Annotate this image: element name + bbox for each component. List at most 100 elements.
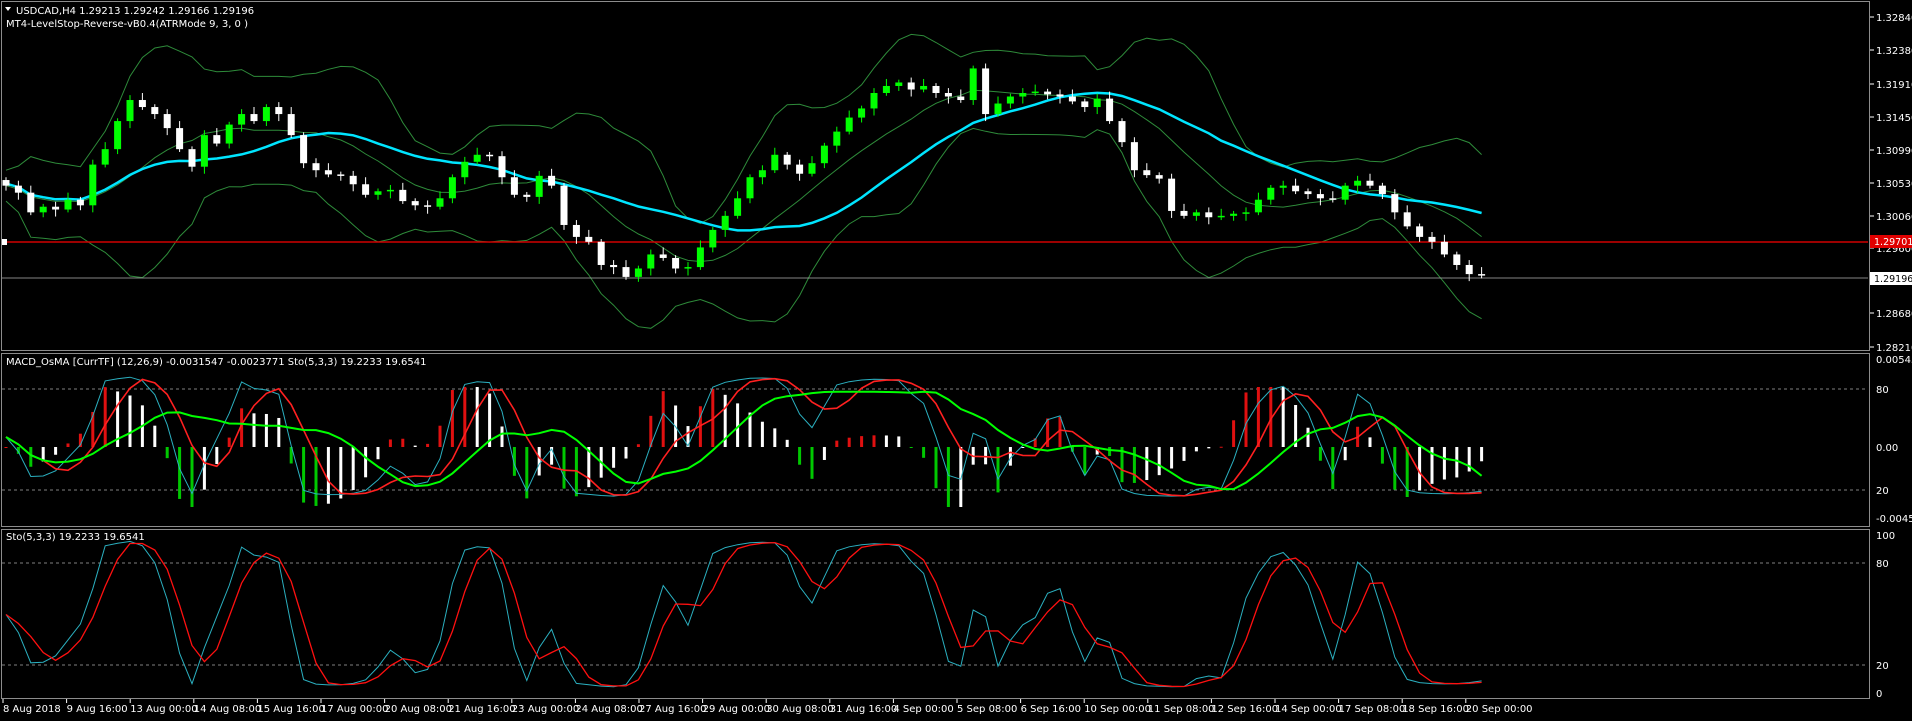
osma-bar [215,447,219,465]
candle-body [721,215,729,230]
candle-body [386,189,394,192]
candle-body [411,201,419,206]
candle-body [498,156,506,178]
osma-bar [153,425,157,447]
collapse-arrow-icon[interactable] [5,7,11,11]
stochastic-lines [5,540,1482,688]
axis-label: 1.32380 [1876,46,1912,57]
candle-body [548,175,556,186]
candle-body [684,267,692,269]
trading-chart[interactable]: USDCAD,H4 1.29213 1.29242 1.29166 1.2919… [0,0,1912,721]
candle-body [349,175,357,185]
osma-bar [909,447,913,448]
axis-label: 0 [1876,689,1882,700]
candle-body [2,180,10,186]
candle-body [300,135,308,164]
time-label: 12 Sep 16:00 [1211,704,1278,715]
time-label: 17 Sep 08:00 [1339,704,1406,715]
candle-body [895,82,903,86]
candle-body [920,85,928,90]
main-panel[interactable] [1,1,1870,351]
osma-bar [1306,427,1310,447]
candle-body [1230,213,1238,216]
candle-body [151,107,159,115]
osma-bar [624,447,628,459]
candle-body [1093,98,1101,108]
candle-body [27,192,35,213]
axis-label: 80 [1876,559,1889,570]
time-label: 23 Aug 00:00 [512,704,579,715]
candle-body [52,206,60,210]
time-label: 20 Aug 08:00 [385,704,452,715]
candle-body [1130,142,1138,171]
axis-label: 80 [1876,385,1889,396]
osma-bar [897,436,901,447]
candle-body [572,224,580,237]
candle-body [560,185,568,225]
osma-bar [1108,447,1112,456]
osma-bar [1480,447,1484,462]
candle-body [448,177,456,199]
osma-bar [426,443,430,447]
osma-bar [339,447,343,499]
candle-body [709,229,717,248]
osma-bar [103,387,107,447]
symbol-info: USDCAD,H4 1.29213 1.29242 1.29166 1.2919… [16,6,254,17]
osma-bar [128,395,132,447]
candle-body [870,93,878,109]
candle-body [510,177,518,195]
candle-body [523,194,531,197]
candle-body [176,128,184,150]
candle-body [1403,212,1411,227]
macd-title: MACD_OsMA [CurrTF] (12,26,9) -0.0031547 … [6,357,427,368]
osma-bar [872,435,876,447]
axis-label: 20 [1876,661,1889,672]
macd-panel[interactable] [1,353,1870,527]
osma-bar [252,413,256,447]
osma-bar [934,447,938,489]
time-label: 14 Sep 00:00 [1275,704,1342,715]
time-label: 30 Aug 08:00 [766,704,833,715]
current-price-value: 1.29196 [1874,274,1912,285]
level-stop-marker [2,239,7,245]
candle-body [1304,191,1312,195]
osma-bar [227,437,231,447]
osma-bar [413,445,417,447]
time-label: 18 Sep 16:00 [1402,704,1469,715]
osma-bar [1182,447,1186,461]
candle-body [374,191,382,195]
candle-body [424,205,432,207]
candle-body [734,198,742,216]
time-label: 27 Aug 16:00 [639,704,706,715]
axis-label: 1.31910 [1876,80,1912,91]
osma-bar [1232,420,1236,447]
candle-body [1329,198,1337,200]
candle-body [238,114,246,125]
candle-body [287,114,295,136]
osma-bar [946,447,950,507]
candle-body [932,85,940,94]
macd-stochastic-lines [5,376,1483,497]
candle-body [758,170,766,178]
candle-body [1205,212,1213,218]
osma-bar [1380,447,1384,464]
candle-body [858,108,866,118]
candle-body [1118,121,1126,143]
candle-body [126,100,134,122]
candle-body [1242,212,1250,214]
osma-bar [1170,447,1174,469]
time-label: 10 Sep 00:00 [1084,704,1151,715]
sto-signal-line [5,541,1482,688]
macd-axis: 0.005456 80 0.00 20 -0.004525 [1876,355,1912,525]
candle-body [1416,226,1424,237]
osma-bar [66,443,70,447]
osma-bar [996,447,1000,493]
osma-bar [1219,446,1223,448]
candle-body [944,93,952,97]
candle-body [1019,93,1027,97]
level-price-value: 1.29701 [1874,237,1912,248]
osma-bar [884,435,888,447]
osma-bar [1157,447,1161,476]
osma-bar [302,447,306,503]
candle-body [1155,175,1163,179]
